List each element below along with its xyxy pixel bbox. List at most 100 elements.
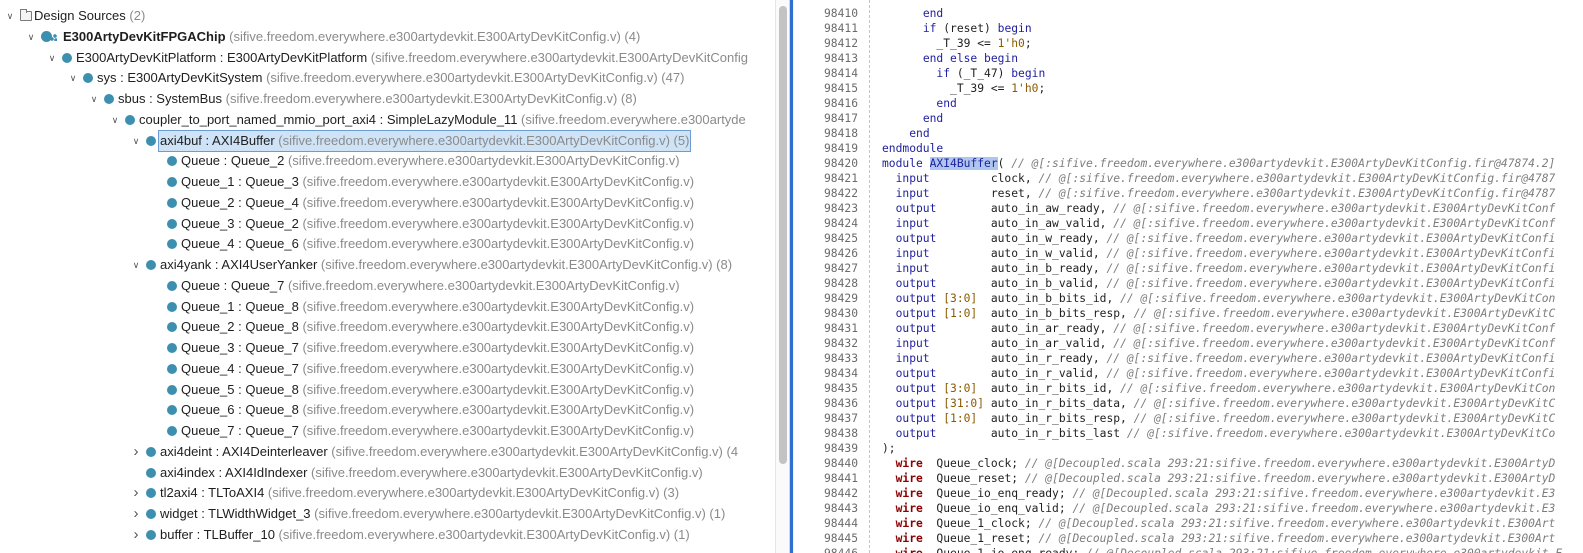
module-instance-name: Queue_2 : Queue_4 <box>181 194 299 210</box>
collapse-chevron-icon[interactable]: ∨ <box>130 131 142 151</box>
tree-node[interactable]: Queue_4 : Queue_7 (sifive.freedom.everyw… <box>0 359 775 379</box>
code-token: auto_in_b_bits_resp, <box>977 307 1134 320</box>
code-token: // @[:sifive.freedom.everywhere.e300arty… <box>1120 292 1556 305</box>
tree-node[interactable]: Queue_2 : Queue_8 (sifive.freedom.everyw… <box>0 317 775 337</box>
tree-node[interactable]: ∨ E300ArtyDevKitFPGAChip (sifive.freedom.… <box>0 27 775 47</box>
code-token: ; <box>1038 82 1046 95</box>
expand-chevron-icon[interactable]: › <box>130 483 142 503</box>
line-number: 98415 <box>823 82 858 95</box>
tree-node-label: sys : E300ArtyDevKitSystem (sifive.freed… <box>97 68 684 88</box>
expand-chevron-icon[interactable]: › <box>130 442 142 462</box>
tree-node[interactable]: › buffer : TLBuffer_10 (sifive.freedom.ev… <box>0 525 775 545</box>
line-source: input auto_in_aw_valid, // @[:sifive.fre… <box>882 216 1556 231</box>
code-token: Queue_io_enq_valid; <box>922 502 1073 515</box>
collapse-chevron-icon[interactable]: ∨ <box>4 6 16 26</box>
module-icon <box>146 509 156 519</box>
line-number: 98435 <box>823 382 858 395</box>
module-icon <box>146 467 156 478</box>
tree-node[interactable]: › widget : TLWidthWidget_3 (sifive.freedo… <box>0 504 775 524</box>
module-source-detail: (sifive.freedom.everywhere.e300artydevki… <box>298 194 695 210</box>
code-token: [3:0] <box>943 382 978 395</box>
module-instance-name: sys : E300ArtyDevKitSystem <box>97 70 263 86</box>
tree-node[interactable]: Queue_1 : Queue_8 (sifive.freedom.everyw… <box>0 297 775 317</box>
collapse-chevron-icon[interactable]: ∨ <box>25 27 37 47</box>
tree-node[interactable]: › tl2axi4 : TLToAXI4 (sifive.freedom.ever… <box>0 483 775 503</box>
module-source-detail: (sifive.freedom.everywhere.e300artydevki… <box>298 360 695 376</box>
tree-node[interactable]: ∨ Design Sources (2) <box>0 6 775 26</box>
module-source-detail: (sifive.freedom.everywhere.e300artydevki… <box>284 277 680 293</box>
module-source-detail: (sifive.freedom.everywhere.e300artydevki… <box>298 215 695 231</box>
expand-chevron-icon[interactable]: › <box>130 525 142 545</box>
tree-node[interactable]: Queue : Queue_2 (sifive.freedom.everywhe… <box>0 151 775 171</box>
line-number: 98433 <box>823 352 858 365</box>
line-number: 98441 <box>823 472 858 485</box>
tree-node[interactable]: ∨ E300ArtyDevKitPlatform : E300ArtyDevKit… <box>0 48 775 68</box>
code-editor[interactable]: 98410 end 98411 if (reset) begin 98412 _T_… <box>794 0 1583 553</box>
tree-node-label: E300ArtyDevKitPlatform : E300ArtyDevKitP… <box>76 48 748 68</box>
module-instance-name: Queue : Queue_7 <box>181 277 285 293</box>
code-token: [1:0] <box>943 412 978 425</box>
code-token: // @[:sifive.freedom.everywhere.e300arty… <box>1038 187 1556 200</box>
line-number: 98430 <box>823 307 858 320</box>
module-instance-name: Queue_1 : Queue_8 <box>181 298 299 314</box>
collapse-chevron-icon[interactable]: ∨ <box>130 255 142 275</box>
module-source-detail: (sifive.freedom.everywhere.e300artydevki… <box>298 174 695 189</box>
collapse-chevron-icon[interactable]: ∨ <box>46 48 58 68</box>
line-source: input auto_in_r_ready, // @[:sifive.free… <box>882 351 1556 366</box>
tree-node[interactable]: Queue : Queue_7 (sifive.freedom.everywhe… <box>0 276 775 296</box>
tree-node[interactable]: Queue_1 : Queue_3 (sifive.freedom.everyw… <box>0 172 775 192</box>
tree-node[interactable]: ∨ sys : E300ArtyDevKitSystem (sifive.free… <box>0 68 775 88</box>
code-token: wire <box>895 532 923 545</box>
tree-vertical-scrollbar[interactable] <box>775 0 790 553</box>
tree-node-label: Design Sources (2) <box>34 6 145 26</box>
line-number: 98445 <box>823 532 858 545</box>
tree-node[interactable]: Queue_5 : Queue_8 (sifive.freedom.everyw… <box>0 380 775 400</box>
code-token: // @[:sifive.freedom.everywhere.e300arty… <box>1113 322 1556 335</box>
code-token: auto_in_ar_valid, <box>990 337 1114 350</box>
tree-node[interactable]: ∨ coupler_to_port_named_mmio_port_axi4 : … <box>0 110 775 130</box>
code-token: // @[:sifive.freedom.everywhere.e300arty… <box>1106 247 1556 260</box>
line-source: output [1:0] auto_in_r_bits_resp, // @[:… <box>882 411 1556 426</box>
collapse-chevron-icon[interactable]: ∨ <box>67 68 79 88</box>
expand-chevron-icon[interactable]: › <box>130 504 142 524</box>
code-token: // @[Decoupled.scala 293:21:sifive.freed… <box>1072 502 1556 515</box>
tree-node[interactable]: ∨ sbus : SystemBus (sifive.freedom.everyw… <box>0 89 775 109</box>
code-line: 98436 output [31:0] auto_in_r_bits_data,… <box>794 396 1583 411</box>
collapse-chevron-icon[interactable]: ∨ <box>109 110 121 130</box>
tree-node-label: axi4index : AXI4IdIndexer (sifive.freedo… <box>160 463 703 483</box>
code-line: 98423 output auto_in_aw_ready, // @[:sif… <box>794 201 1583 216</box>
tree-node-label: axi4buf : AXI4Buffer (sifive.freedom.eve… <box>157 129 692 152</box>
module-icon <box>146 260 156 270</box>
tree-node-label: buffer : TLBuffer_10 (sifive.freedom.eve… <box>160 525 690 545</box>
tree-node-label: Queue_4 : Queue_7 (sifive.freedom.everyw… <box>181 359 694 379</box>
code-token: (reset) <box>936 22 998 35</box>
tree-node[interactable]: Queue_3 : Queue_7 (sifive.freedom.everyw… <box>0 338 775 358</box>
tree-node[interactable]: ∨ axi4yank : AXI4UserYanker (sifive.freed… <box>0 255 775 275</box>
line-source: output auto_in_r_valid, // @[:sifive.fre… <box>882 366 1556 381</box>
code-token: auto_in_r_bits_last <box>990 427 1127 440</box>
line-number: 98421 <box>823 172 858 185</box>
line-number: 98431 <box>823 322 858 335</box>
line-source: input auto_in_b_ready, // @[:sifive.free… <box>882 261 1556 276</box>
module-instance-name: axi4deint : AXI4Deinterleaver <box>160 443 328 459</box>
tree-node[interactable]: Queue_4 : Queue_6 (sifive.freedom.everyw… <box>0 234 775 254</box>
tree-node[interactable]: Queue_6 : Queue_8 (sifive.freedom.everyw… <box>0 400 775 420</box>
tree-scrollbar-thumb[interactable] <box>779 6 787 464</box>
tree-node[interactable]: Queue_2 : Queue_4 (sifive.freedom.everyw… <box>0 193 775 213</box>
tree-node[interactable]: ∨ axi4buf : AXI4Buffer (sifive.freedom.ev… <box>0 129 775 152</box>
tree-node[interactable]: axi4index : AXI4IdIndexer (sifive.freedo… <box>0 463 775 483</box>
module-icon <box>167 280 177 291</box>
tree-node[interactable]: Queue_7 : Queue_7 (sifive.freedom.everyw… <box>0 421 775 441</box>
module-instance-name: sbus : SystemBus <box>118 91 223 106</box>
code-token: ); <box>882 442 896 455</box>
code-line: 98425 output auto_in_w_ready, // @[:sifi… <box>794 231 1583 246</box>
module-source-detail: (sifive.freedom.everywhere.e300artydevki… <box>225 28 641 44</box>
tree-node[interactable]: › axi4deint : AXI4Deinterleaver (sifive.f… <box>0 442 775 462</box>
collapse-chevron-icon[interactable]: ∨ <box>88 89 100 109</box>
tree-node[interactable]: Queue_3 : Queue_2 (sifive.freedom.everyw… <box>0 214 775 234</box>
module-source-detail: (sifive.freedom.everywhere.e300artydevki… <box>310 506 726 521</box>
code-token: // @[:sifive.freedom.everywhere.e300arty… <box>1113 217 1556 230</box>
code-token: output <box>882 202 991 215</box>
code-line: 98444 wire Queue_1_clock; // @[Decoupled… <box>794 516 1583 531</box>
line-source: input reset, // @[:sifive.freedom.everyw… <box>882 186 1556 201</box>
